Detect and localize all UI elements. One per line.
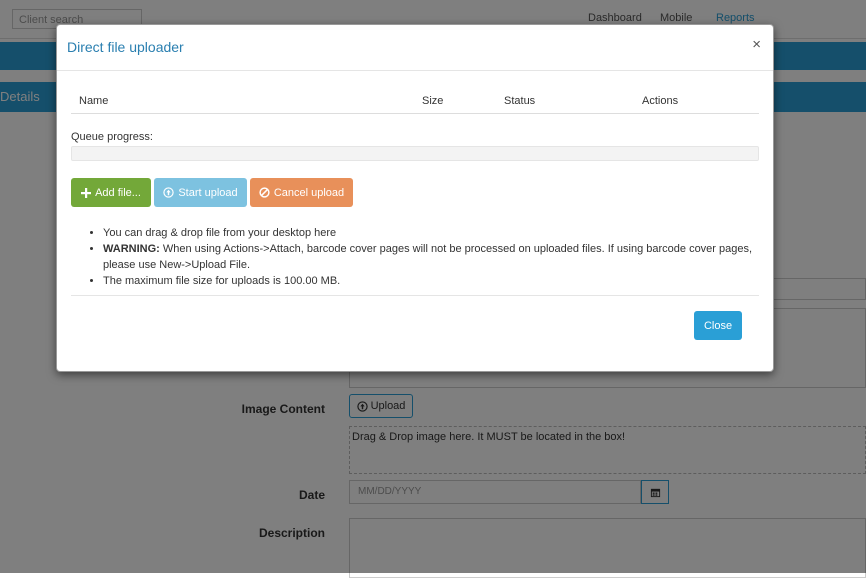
queue-progress-bar (71, 146, 759, 161)
cancel-upload-button[interactable]: Cancel upload (250, 178, 353, 207)
close-icon[interactable]: × (752, 36, 761, 54)
close-button[interactable]: Close (694, 311, 742, 340)
cancel-upload-label: Cancel upload (273, 186, 345, 199)
dialog-header: Direct file uploader × (57, 25, 773, 71)
upload-notes: You can drag & drop file from your deskt… (89, 225, 773, 289)
file-table-header: Name Size Status Actions (71, 89, 759, 114)
dialog-title: Direct file uploader (67, 39, 184, 55)
column-name: Name (79, 95, 109, 107)
add-file-button[interactable]: Add file... (71, 178, 151, 207)
dialog-divider (71, 295, 759, 296)
note-max-size: The maximum file size for uploads is 100… (103, 273, 773, 289)
start-upload-label: Start upload (178, 186, 238, 199)
start-upload-button[interactable]: Start upload (154, 178, 247, 207)
warning-text: When using Actions->Attach, barcode cove… (103, 243, 753, 271)
column-status: Status (504, 95, 536, 107)
warning-prefix: WARNING: (103, 243, 160, 255)
column-size: Size (422, 95, 444, 107)
upload-dialog: Direct file uploader × Name Size Status … (56, 24, 774, 372)
note-drag-drop: You can drag & drop file from your deskt… (103, 225, 773, 241)
add-file-label: Add file... (95, 186, 141, 199)
note-warning: WARNING: When using Actions->Attach, bar… (103, 241, 773, 273)
column-actions: Actions (642, 95, 679, 107)
ban-icon (259, 187, 270, 198)
dialog-body: Name Size Status Actions Queue progress:… (57, 71, 773, 326)
plus-icon (81, 187, 92, 198)
queue-progress-label: Queue progress: (71, 131, 153, 143)
upload-circle-icon (163, 187, 175, 198)
